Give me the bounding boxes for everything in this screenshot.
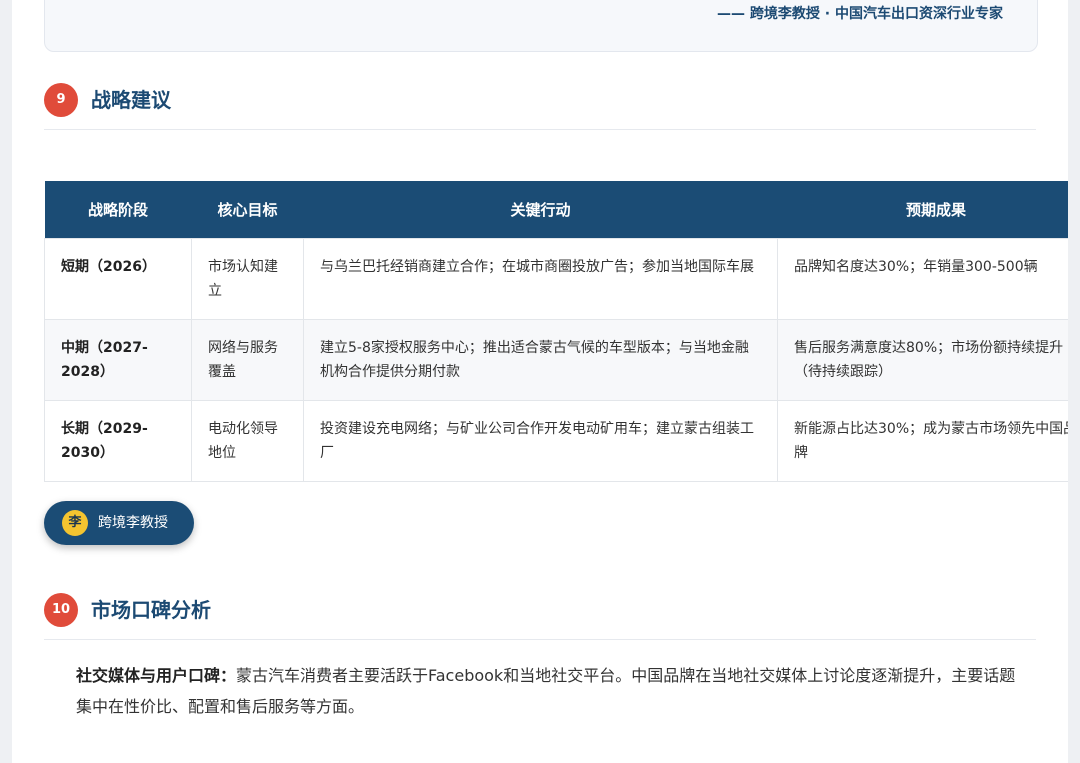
strategy-table: 战略阶段 核心目标 关键行动 预期成果 短期（2026） 市场认知建立 与乌兰巴… — [44, 181, 1068, 482]
section-number-badge: 9 — [44, 83, 78, 117]
table-row: 长期（2029-2030） 电动化领导地位 投资建设充电网络；与矿业公司合作开发… — [44, 400, 1068, 482]
cell-goal: 网络与服务覆盖 — [191, 319, 304, 401]
author-badge-label: 跨境李教授 — [98, 515, 168, 531]
column-header-stage: 战略阶段 — [44, 181, 192, 239]
market-reputation-paragraph: 社交媒体与用户口碑：蒙古汽车消费者主要活跃于Facebook和当地社交平台。中国… — [76, 660, 1016, 722]
quote-author: —— 跨境李教授 · 中国汽车出口资深行业专家 — [717, 6, 1003, 22]
author-badge-button[interactable]: 李 跨境李教授 — [44, 501, 194, 545]
cell-actions: 与乌兰巴托经销商建立合作；在城市商圈投放广告；参加当地国际车展 — [303, 238, 778, 320]
table-row: 中期（2027-2028） 网络与服务覆盖 建立5-8家授权服务中心；推出适合蒙… — [44, 319, 1068, 401]
cell-results: 新能源占比达30%；成为蒙古市场领先中国品牌 — [777, 400, 1068, 482]
cell-stage: 中期（2027-2028） — [44, 319, 192, 401]
column-header-results: 预期成果 — [777, 181, 1068, 239]
cell-stage: 短期（2026） — [44, 238, 192, 320]
column-header-actions: 关键行动 — [303, 181, 778, 239]
cell-actions: 建立5-8家授权服务中心；推出适合蒙古气候的车型版本；与当地金融机构合作提供分期… — [303, 319, 778, 401]
section-10-header: 10 市场口碑分析 — [44, 593, 1036, 640]
cell-results: 售后服务满意度达80%；市场份额持续提升（待持续跟踪） — [777, 319, 1068, 401]
table-row: 短期（2026） 市场认知建立 与乌兰巴托经销商建立合作；在城市商圈投放广告；参… — [44, 238, 1068, 320]
section-title: 市场口碑分析 — [91, 598, 211, 622]
quote-box: —— 跨境李教授 · 中国汽车出口资深行业专家 — [44, 0, 1038, 52]
column-header-goal: 核心目标 — [191, 181, 304, 239]
cell-goal: 市场认知建立 — [191, 238, 304, 320]
cell-actions: 投资建设充电网络；与矿业公司合作开发电动矿用车；建立蒙古组装工厂 — [303, 400, 778, 482]
cell-stage: 长期（2029-2030） — [44, 400, 192, 482]
cell-goal: 电动化领导地位 — [191, 400, 304, 482]
report-page: —— 跨境李教授 · 中国汽车出口资深行业专家 9 战略建议 战略阶段 核心目标… — [12, 0, 1068, 763]
avatar: 李 — [62, 510, 88, 536]
paragraph-lead: 社交媒体与用户口碑： — [76, 666, 237, 685]
section-9-header: 9 战略建议 — [44, 83, 1036, 130]
cell-results: 品牌知名度达30%；年销量300-500辆 — [777, 238, 1068, 320]
section-number-badge: 10 — [44, 593, 78, 627]
section-title: 战略建议 — [91, 88, 171, 112]
table-header-row: 战略阶段 核心目标 关键行动 预期成果 — [44, 181, 1068, 239]
